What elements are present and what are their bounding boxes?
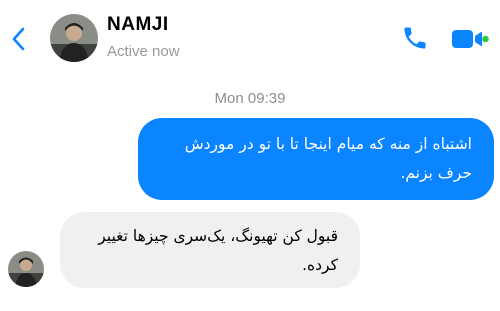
incoming-message-bubble[interactable]: قبول کن تهیونگ، یک‌سری چیزها تغییر کرده. — [60, 212, 360, 288]
message-timestamp: Mon 09:39 — [214, 90, 286, 107]
video-call-button[interactable] — [450, 27, 490, 51]
active-status: Active now — [107, 43, 180, 60]
chevron-left-icon — [12, 27, 25, 51]
phone-icon — [404, 27, 426, 49]
chat-header: NAMJI Active now — [0, 0, 500, 78]
contact-avatar[interactable] — [50, 14, 98, 62]
video-camera-icon — [452, 30, 489, 48]
call-button[interactable] — [401, 24, 429, 52]
active-indicator-dot — [482, 35, 489, 43]
sender-avatar — [8, 251, 44, 287]
outgoing-message-bubble[interactable]: اشتباه از منه که میام اینجا تا با تو در … — [138, 118, 494, 200]
back-button[interactable] — [8, 24, 30, 54]
contact-name[interactable]: NAMJI — [107, 14, 169, 36]
